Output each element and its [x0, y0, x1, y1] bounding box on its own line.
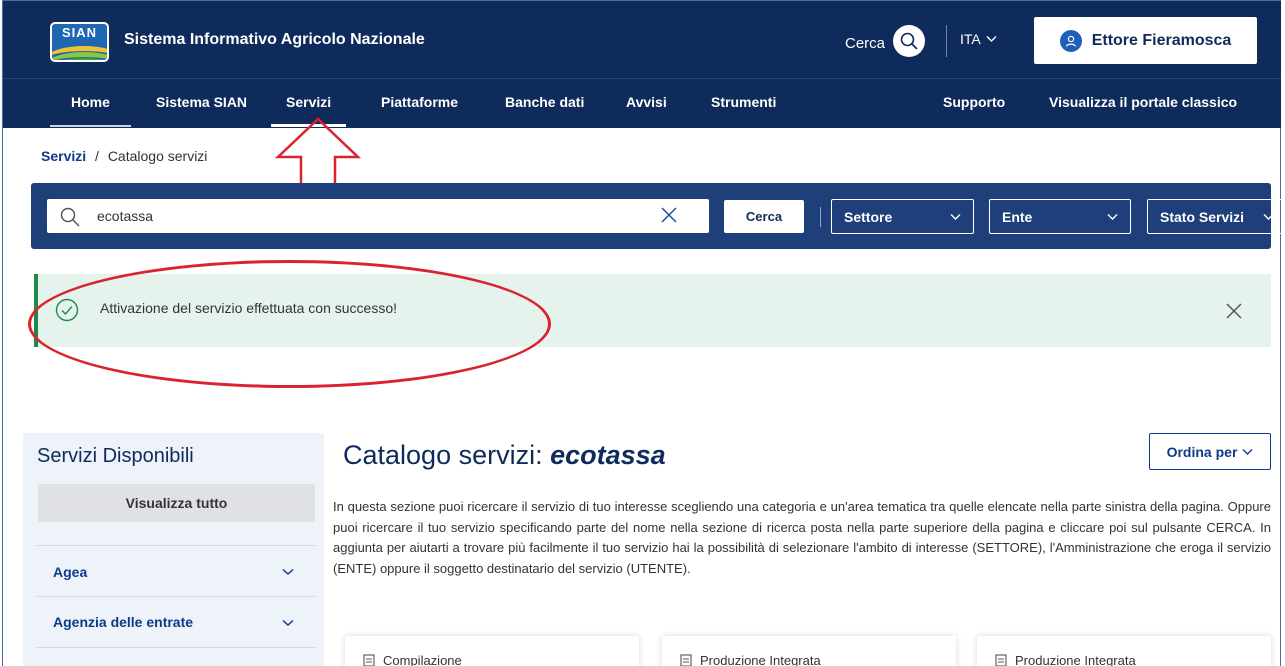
- user-button[interactable]: Ettore Fieramosca: [1034, 17, 1257, 64]
- service-card-title: Produzione Integrata: [1015, 653, 1136, 666]
- service-card[interactable]: Compilazione: [345, 636, 639, 666]
- sidebar-divider: [37, 545, 315, 546]
- order-by-button[interactable]: Ordina per: [1149, 433, 1271, 470]
- page-title-prefix: Catalogo servizi:: [343, 440, 543, 470]
- search-button[interactable]: Cerca: [724, 200, 804, 233]
- sidebar-item-agenzia-entrate[interactable]: Agenzia delle entrate: [53, 614, 193, 630]
- catalog-search-input[interactable]: [97, 205, 657, 227]
- sian-logo[interactable]: SIAN: [50, 22, 109, 62]
- catalog-search-field[interactable]: [47, 199, 709, 233]
- sidebar-divider: [37, 596, 315, 597]
- service-card[interactable]: Produzione Integrata: [662, 636, 956, 666]
- filter-settore[interactable]: Settore: [831, 199, 974, 234]
- filter-settore-label: Settore: [844, 208, 893, 225]
- clear-search-icon[interactable]: [659, 205, 679, 225]
- breadcrumb-current: Catalogo servizi: [107, 148, 208, 164]
- header-search-label: Cerca: [845, 34, 886, 52]
- order-by-label: Ordina per: [1166, 443, 1238, 460]
- chevron-down-icon[interactable]: [282, 619, 294, 627]
- page-title-query: ecotassa: [550, 440, 666, 470]
- service-card-title: Produzione Integrata: [700, 653, 821, 666]
- search-icon[interactable]: [893, 25, 926, 57]
- filter-ente[interactable]: Ente: [989, 199, 1131, 234]
- breadcrumb-servizi-link[interactable]: Servizi: [41, 148, 86, 164]
- logo-text: SIAN: [61, 25, 98, 40]
- nav-avvisi[interactable]: Avvisi: [626, 94, 667, 110]
- sidebar-divider: [37, 647, 315, 648]
- breadcrumb: Servizi / Catalogo servizi: [41, 148, 207, 164]
- service-card-title: Compilazione: [383, 653, 462, 666]
- language-selector[interactable]: ITA: [960, 31, 997, 47]
- document-icon: [363, 654, 375, 666]
- document-icon: [680, 654, 692, 666]
- nav-home[interactable]: Home: [50, 94, 131, 127]
- chevron-down-icon[interactable]: [282, 568, 294, 576]
- nav-supporto[interactable]: Supporto: [943, 94, 1005, 110]
- service-card-label: Compilazione: [363, 653, 462, 666]
- filter-stato-servizi[interactable]: Stato Servizi: [1147, 199, 1285, 234]
- page-title: Catalogo servizi: ecotassa: [343, 440, 666, 471]
- nav-portale-classico[interactable]: Visualizza il portale classico: [1049, 94, 1237, 110]
- sidebar-title: Servizi Disponibili: [37, 445, 194, 467]
- sidebar: Servizi Disponibili Visualizza tutto Age…: [23, 433, 324, 666]
- nav-servizi[interactable]: Servizi: [270, 94, 347, 127]
- top-header: SIAN Sistema Informativo Agricolo Nazion…: [3, 1, 1281, 78]
- nav-sistema-sian[interactable]: Sistema SIAN: [156, 94, 247, 110]
- user-name: Ettore Fieramosca: [1091, 31, 1232, 49]
- filter-stato-servizi-label: Stato Servizi: [1160, 208, 1245, 225]
- service-card[interactable]: Produzione Integrata: [977, 636, 1271, 666]
- user-icon: [1059, 29, 1082, 52]
- chevron-down-icon: [986, 36, 997, 42]
- service-card-label: Produzione Integrata: [995, 653, 1136, 666]
- search-band-divider: [820, 207, 821, 227]
- header-divider: [946, 25, 947, 57]
- show-all-button[interactable]: Visualizza tutto: [38, 484, 315, 522]
- service-card-label: Produzione Integrata: [680, 653, 821, 666]
- search-icon: [60, 207, 80, 227]
- document-icon: [995, 654, 1007, 666]
- language-label: ITA: [960, 31, 981, 47]
- chevron-down-icon: [950, 213, 961, 220]
- search-band: Cerca Settore Ente Stato Servizi: [31, 183, 1285, 249]
- close-icon[interactable]: [1224, 301, 1244, 321]
- intro-text: In questa sezione puoi ricercare il serv…: [333, 499, 1271, 576]
- filter-ente-label: Ente: [1002, 208, 1033, 225]
- chevron-down-icon: [1242, 448, 1253, 455]
- red-ellipse-annotation: [28, 260, 551, 388]
- site-title[interactable]: Sistema Informativo Agricolo Nazionale: [124, 31, 425, 49]
- breadcrumb-separator: /: [95, 148, 99, 164]
- header-search[interactable]: Cerca: [845, 25, 926, 57]
- main-nav: Home Sistema SIAN Servizi Piattaforme Ba…: [3, 78, 1281, 128]
- nav-piattaforme[interactable]: Piattaforme: [381, 94, 458, 110]
- chevron-down-icon: [1263, 213, 1274, 220]
- chevron-down-icon: [1107, 213, 1118, 220]
- nav-banche-dati[interactable]: Banche dati: [505, 94, 584, 110]
- sidebar-item-agea[interactable]: Agea: [53, 564, 87, 580]
- nav-strumenti[interactable]: Strumenti: [711, 94, 776, 110]
